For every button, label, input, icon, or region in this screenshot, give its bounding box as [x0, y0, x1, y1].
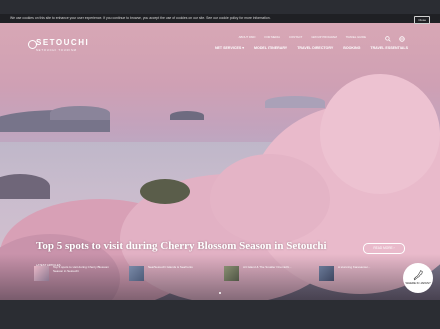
top-nav: ABOUT DMO FOR MEDIA CONTACT GROUP PROGRA…	[239, 35, 366, 39]
article-title: Sea/Setouchi Islands & Seafronts	[148, 265, 193, 269]
search-icon[interactable]	[385, 36, 391, 42]
blossom-cluster	[320, 74, 440, 194]
logo-subtitle: SETOUCHI TOURISM	[36, 48, 77, 52]
island	[265, 96, 325, 108]
globe-icon[interactable]	[399, 36, 405, 42]
badge-text: WHERE IN JAPAN?	[405, 281, 431, 286]
japan-map-icon	[413, 270, 423, 281]
blossom-cluster	[140, 179, 190, 204]
article-card[interactable]: Art Island & The Smaller Onomichi...	[224, 265, 309, 288]
top-nav-item[interactable]: FOR MEDIA	[264, 35, 280, 39]
main-nav-item[interactable]: NET SERVICES ▾	[215, 46, 244, 50]
article-card[interactable]: A stunning Karesansui...	[319, 265, 404, 288]
hero-headline[interactable]: Top 5 spots to visit during Cherry Bloss…	[36, 240, 327, 252]
article-thumbnail	[34, 266, 49, 281]
article-thumbnail	[224, 266, 239, 281]
article-thumbnail	[129, 266, 144, 281]
article-card[interactable]: Sea/Setouchi Islands & Seafronts	[129, 265, 214, 288]
article-thumbnail	[319, 266, 334, 281]
main-nav-item[interactable]: TRAVEL DIRECTORY	[297, 46, 333, 50]
top-nav-item[interactable]: GROUP PROGRAM	[311, 35, 336, 39]
main-nav-item[interactable]: TRAVEL ESSENTIALS	[370, 46, 408, 50]
main-nav-item[interactable]: BOOKING	[343, 46, 360, 50]
article-title: Art Island & The Smaller Onomichi...	[243, 265, 292, 269]
logo-title: SETOUCHI	[36, 38, 90, 47]
island	[50, 106, 110, 120]
article-title: A stunning Karesansui...	[338, 265, 371, 269]
main-nav: NET SERVICES ▾ MODEL ITINERARY TRAVEL DI…	[215, 46, 408, 50]
blossom-cluster	[210, 154, 330, 244]
main-nav-item[interactable]: MODEL ITINERARY	[254, 46, 287, 50]
carousel-dot[interactable]	[219, 292, 221, 294]
top-nav-item[interactable]: CONTACT	[289, 35, 302, 39]
logo-mark-icon	[28, 40, 37, 49]
cookie-close-button[interactable]: Close	[414, 15, 430, 24]
article-title: Top 5 spots to visit during Cherry Bloss…	[53, 265, 110, 273]
bottom-frame	[0, 300, 440, 329]
browser-viewport	[0, 14, 440, 300]
article-card[interactable]: Top 5 spots to visit during Cherry Bloss…	[34, 265, 119, 288]
where-in-japan-badge[interactable]: WHERE IN JAPAN?	[403, 263, 433, 293]
top-nav-item[interactable]: ABOUT DMO	[239, 35, 256, 39]
read-more-button[interactable]: READ MORE ›	[363, 243, 405, 254]
site-logo[interactable]: SETOUCHI SETOUCHI TOURISM	[28, 38, 90, 52]
cookie-text: We use cookies on this site to enhance y…	[10, 16, 271, 20]
cookie-bar: We use cookies on this site to enhance y…	[0, 14, 440, 24]
hero-image	[0, 14, 440, 300]
article-strip: Top 5 spots to visit during Cherry Bloss…	[34, 265, 404, 288]
top-nav-item[interactable]: TRAVEL GUIDE	[346, 35, 366, 39]
island	[170, 111, 204, 120]
